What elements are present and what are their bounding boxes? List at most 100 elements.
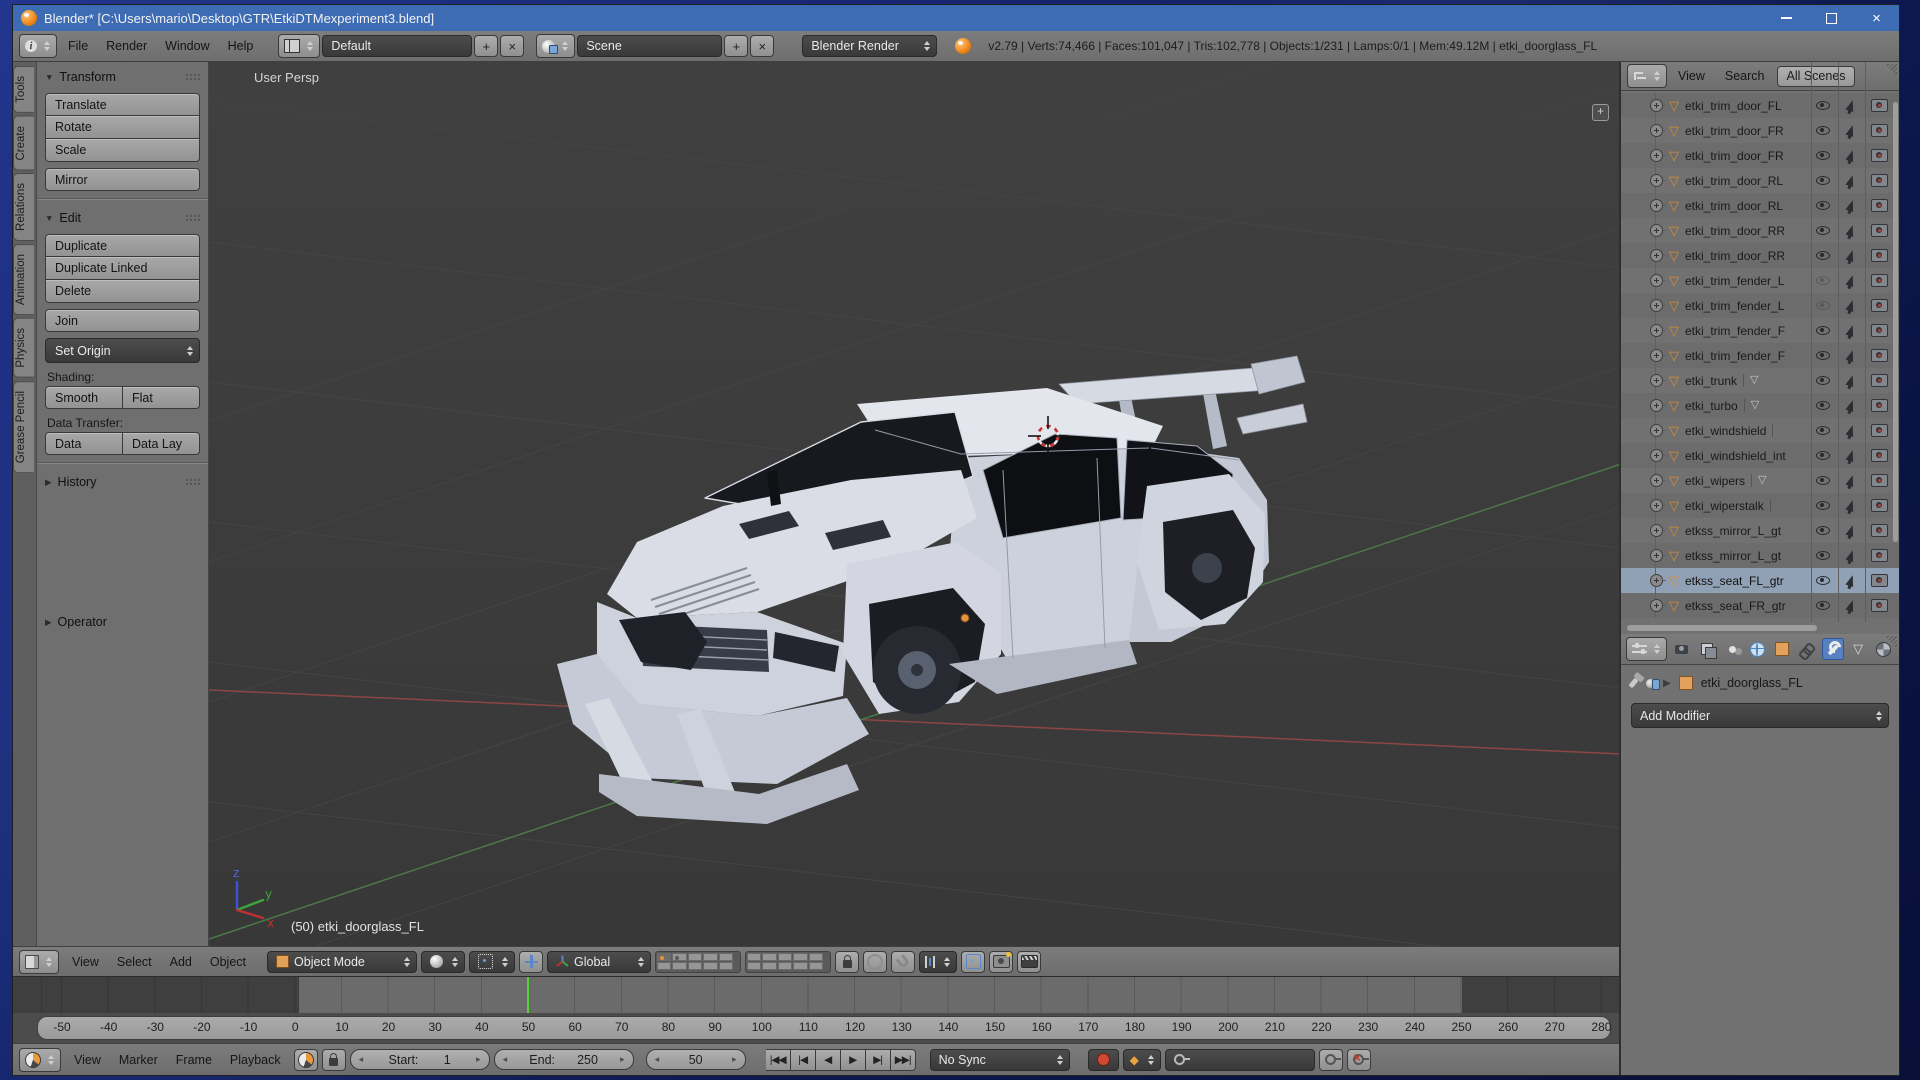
decrement-arrow-icon[interactable]: ◂ <box>359 1054 364 1065</box>
visibility-eye-icon[interactable] <box>1816 576 1830 585</box>
expand-plus-icon[interactable] <box>1650 99 1663 112</box>
renderability-camera-icon[interactable] <box>1871 249 1888 262</box>
renderability-camera-icon[interactable] <box>1871 299 1888 312</box>
outliner-row[interactable]: ▽ etki_trim_door_RR ▽ <box>1621 243 1899 268</box>
active-keying-set-field[interactable] <box>1165 1049 1315 1071</box>
selectability-cursor-icon[interactable] <box>1845 349 1856 362</box>
visibility-eye-icon[interactable] <box>1816 126 1830 135</box>
delete-layout-button[interactable]: × <box>500 35 524 57</box>
panel-grip-icon[interactable] <box>185 478 200 486</box>
renderability-camera-icon[interactable] <box>1871 374 1888 387</box>
object-name[interactable]: etki_windshield <box>1685 424 1766 438</box>
visibility-eye-icon[interactable] <box>1816 326 1830 335</box>
expand-plus-icon[interactable] <box>1650 474 1663 487</box>
tab-scene[interactable] <box>1721 638 1742 660</box>
renderability-camera-icon[interactable] <box>1871 424 1888 437</box>
selectability-cursor-icon[interactable] <box>1845 324 1856 337</box>
keying-set-select[interactable]: ◆ <box>1123 1049 1161 1071</box>
menu-item[interactable]: View <box>65 1053 110 1067</box>
visibility-eye-icon[interactable] <box>1816 251 1830 260</box>
expand-plus-icon[interactable] <box>1650 324 1663 337</box>
lock-to-scene-button[interactable] <box>835 951 859 973</box>
outliner-row[interactable]: ▽ etkss_mirror_L_gt ▽ <box>1621 543 1899 568</box>
menu-item[interactable]: Frame <box>167 1053 221 1067</box>
delete-scene-button[interactable]: × <box>750 35 774 57</box>
object-name[interactable]: etki_trim_door_RR <box>1685 224 1785 238</box>
renderability-camera-icon[interactable] <box>1871 349 1888 362</box>
selectability-cursor-icon[interactable] <box>1845 99 1856 112</box>
renderability-camera-icon[interactable] <box>1871 449 1888 462</box>
add-scene-button[interactable]: + <box>724 35 748 57</box>
editor-type-properties-button[interactable] <box>1626 637 1667 661</box>
scale-button[interactable]: Scale <box>45 139 200 162</box>
selectability-cursor-icon[interactable] <box>1845 374 1856 387</box>
outliner-search-menu[interactable]: Search <box>1716 69 1774 83</box>
menu-item[interactable]: Playback <box>221 1053 290 1067</box>
snap-element-select[interactable] <box>919 951 957 973</box>
renderability-camera-icon[interactable] <box>1871 99 1888 112</box>
playback-button[interactable]: ◀ <box>816 1049 841 1071</box>
outliner-row[interactable]: ▽ etki_trim_fender_F ▽ <box>1621 318 1899 343</box>
layer-cell[interactable] <box>809 953 823 961</box>
tab-constraints[interactable] <box>1797 638 1818 660</box>
add-layout-button[interactable]: + <box>474 35 498 57</box>
snap-toggle[interactable] <box>891 951 915 973</box>
layer-cell[interactable] <box>703 953 717 961</box>
outliner-row[interactable]: ▽ etki_turbo ▽ <box>1621 393 1899 418</box>
scene-selector-icon-button[interactable] <box>536 34 575 58</box>
object-name[interactable]: etki_trim_fender_L <box>1685 274 1784 288</box>
tool-shelf-tab[interactable]: Tools <box>13 66 34 113</box>
visibility-eye-icon[interactable] <box>1816 451 1830 460</box>
menu-item[interactable]: View <box>63 955 108 969</box>
current-frame-line[interactable] <box>527 977 529 1013</box>
renderability-camera-icon[interactable] <box>1871 574 1888 587</box>
object-name[interactable]: etkss_seat_FL_gtr <box>1685 574 1784 588</box>
playback-button[interactable]: |◀◀ <box>766 1049 791 1071</box>
selectability-cursor-icon[interactable] <box>1845 449 1856 462</box>
timeline-ruler[interactable]: -50-40-30-20-100102030405060708090100110… <box>13 1013 1619 1043</box>
tool-shelf-tab[interactable]: Animation <box>13 244 34 315</box>
layer-cell[interactable] <box>762 962 776 970</box>
object-name[interactable]: etki_trim_door_RL <box>1685 199 1783 213</box>
visibility-eye-icon[interactable] <box>1816 376 1830 385</box>
mode-select[interactable]: Object Mode <box>267 951 417 973</box>
outliner-display-filter[interactable]: All Scenes <box>1777 66 1854 87</box>
duplicate-linked-button[interactable]: Duplicate Linked <box>45 257 200 280</box>
layer-cell[interactable] <box>688 962 702 970</box>
expand-plus-icon[interactable] <box>1650 299 1663 312</box>
titlebar[interactable]: Blender* [C:\Users\mario\Desktop\GTR\Etk… <box>13 5 1899 31</box>
renderability-camera-icon[interactable] <box>1871 199 1888 212</box>
menu-item[interactable]: Marker <box>110 1053 167 1067</box>
renderability-camera-icon[interactable] <box>1871 474 1888 487</box>
renderability-camera-icon[interactable] <box>1871 399 1888 412</box>
outliner-row[interactable]: ▽ etki_trunk ▽ <box>1621 368 1899 393</box>
shade-smooth-button[interactable]: Smooth <box>45 386 123 409</box>
outliner-row[interactable]: ▽ etki_trim_door_FL ▽ <box>1621 93 1899 118</box>
renderability-camera-icon[interactable] <box>1871 224 1888 237</box>
expand-plus-icon[interactable] <box>1650 399 1663 412</box>
menu-item[interactable]: Select <box>108 955 161 969</box>
object-name[interactable]: etkss_mirror_L_gt <box>1685 524 1781 538</box>
visibility-eye-icon[interactable] <box>1816 526 1830 535</box>
increment-arrow-icon[interactable]: ▸ <box>732 1054 737 1065</box>
renderability-camera-icon[interactable] <box>1871 524 1888 537</box>
expand-plus-icon[interactable] <box>1650 499 1663 512</box>
timeline-track[interactable] <box>13 976 1619 1013</box>
layer-cell[interactable] <box>778 962 792 970</box>
playback-button[interactable]: ▶| <box>866 1049 891 1071</box>
visibility-eye-icon[interactable] <box>1816 601 1830 610</box>
tab-render-layers[interactable] <box>1696 638 1717 660</box>
outliner-row[interactable]: ▽ etkss_seat_FR_gtr ▽ <box>1621 593 1899 618</box>
layer-cell[interactable] <box>778 953 792 961</box>
mirror-button[interactable]: Mirror <box>45 168 200 191</box>
outliner-row[interactable]: ▽ etki_trim_fender_L ▽ <box>1621 293 1899 318</box>
visibility-eye-icon[interactable] <box>1816 301 1830 310</box>
selectability-cursor-icon[interactable] <box>1845 524 1856 537</box>
outliner-row[interactable]: ▽ etki_trim_door_RL ▽ <box>1621 193 1899 218</box>
tab-modifiers[interactable] <box>1822 638 1843 660</box>
object-name[interactable]: etkss_seat_FR_gtr <box>1685 599 1786 613</box>
selectability-cursor-icon[interactable] <box>1845 474 1856 487</box>
object-name[interactable]: etki_trunk <box>1685 374 1737 388</box>
visibility-eye-icon[interactable] <box>1816 351 1830 360</box>
timeline-scrollbar[interactable]: -50-40-30-20-100102030405060708090100110… <box>37 1016 1611 1040</box>
